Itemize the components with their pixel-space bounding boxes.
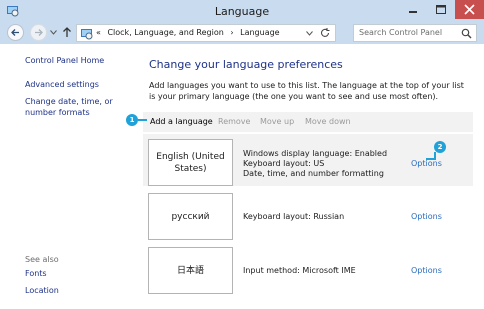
language-tile[interactable]: 日本語 xyxy=(148,247,233,294)
close-icon xyxy=(464,4,475,15)
search-icon[interactable] xyxy=(461,28,472,39)
advanced-settings-link[interactable]: Advanced settings xyxy=(25,80,99,89)
page-description: Add languages you want to use to this li… xyxy=(149,81,464,101)
address-chevron-down-icon[interactable] xyxy=(306,31,313,36)
control-panel-home-link[interactable]: Control Panel Home xyxy=(25,56,104,65)
maximize-icon xyxy=(436,5,446,14)
callout-leader-line xyxy=(138,119,147,121)
callout-leader-line xyxy=(426,158,436,160)
language-info-line: Date, time, and number formatting xyxy=(243,169,384,178)
language-row-russian[interactable]: русский Keyboard layout: Russian Options xyxy=(143,188,473,240)
minimize-button[interactable] xyxy=(399,0,427,19)
language-name: русский xyxy=(171,211,210,222)
language-info-line: Keyboard layout: Russian xyxy=(243,212,345,221)
maximize-button[interactable] xyxy=(427,0,455,19)
language-info-line: Keyboard layout: US xyxy=(243,159,325,168)
back-button[interactable] xyxy=(7,24,24,41)
minimize-icon xyxy=(409,11,417,13)
language-row-english[interactable]: English (United States) Windows display … xyxy=(143,134,473,186)
language-info-line: Input method: Microsoft IME xyxy=(243,266,356,275)
forward-button[interactable] xyxy=(30,24,47,41)
location-link[interactable]: Location xyxy=(25,286,59,295)
move-up-button[interactable]: Move up xyxy=(260,117,294,126)
language-info-line: Windows display language: Enabled xyxy=(243,149,388,158)
language-window: Language « Clock, Language, and Region ›… xyxy=(0,0,484,309)
breadcrumb: « Clock, Language, and Region › Language xyxy=(96,28,284,37)
navigation-bar: « Clock, Language, and Region › Language… xyxy=(0,22,484,44)
breadcrumb-overflow[interactable]: « xyxy=(96,28,101,37)
japanese-options-link[interactable]: Options xyxy=(411,266,442,275)
title-bar[interactable]: Language xyxy=(0,0,484,22)
control-panel-icon xyxy=(81,29,93,40)
language-row-japanese[interactable]: 日本語 Input method: Microsoft IME Options xyxy=(143,242,473,294)
language-name: 日本語 xyxy=(176,265,204,276)
back-arrow-icon xyxy=(11,29,19,36)
address-bar[interactable]: « Clock, Language, and Region › Language xyxy=(76,24,336,42)
search-box[interactable]: Search Control Panel xyxy=(353,24,477,42)
move-down-button[interactable]: Move down xyxy=(305,117,351,126)
change-date-time-number-formats-link[interactable]: Change date, time, or number formats xyxy=(25,96,140,118)
close-button[interactable] xyxy=(455,0,484,19)
language-name: English (United States) xyxy=(156,151,225,174)
recent-pages-chevron-down-icon[interactable] xyxy=(50,30,57,35)
content-area: Control Panel Home Advanced settings Cha… xyxy=(0,44,484,309)
russian-options-link[interactable]: Options xyxy=(411,212,442,221)
forward-arrow-icon xyxy=(35,29,43,36)
breadcrumb-separator[interactable]: › xyxy=(230,28,233,37)
search-placeholder: Search Control Panel xyxy=(359,28,443,37)
refresh-icon[interactable] xyxy=(319,27,331,39)
breadcrumb-clock-language-region[interactable]: Clock, Language, and Region xyxy=(107,28,223,37)
page-title: Change your language preferences xyxy=(149,58,343,71)
remove-button[interactable]: Remove xyxy=(218,117,250,126)
add-language-button[interactable]: Add a language xyxy=(150,117,213,126)
breadcrumb-language[interactable]: Language xyxy=(240,28,279,37)
language-tile[interactable]: русский xyxy=(148,193,233,240)
english-options-link[interactable]: Options xyxy=(411,159,442,168)
callout-badge: 1 xyxy=(126,114,138,126)
language-tile[interactable]: English (United States) xyxy=(148,139,233,186)
up-arrow-icon[interactable] xyxy=(61,25,73,39)
language-toolbar: Add a language Remove Move up Move down xyxy=(143,112,473,132)
see-also-label: See also xyxy=(25,255,59,264)
fonts-link[interactable]: Fonts xyxy=(25,269,47,278)
